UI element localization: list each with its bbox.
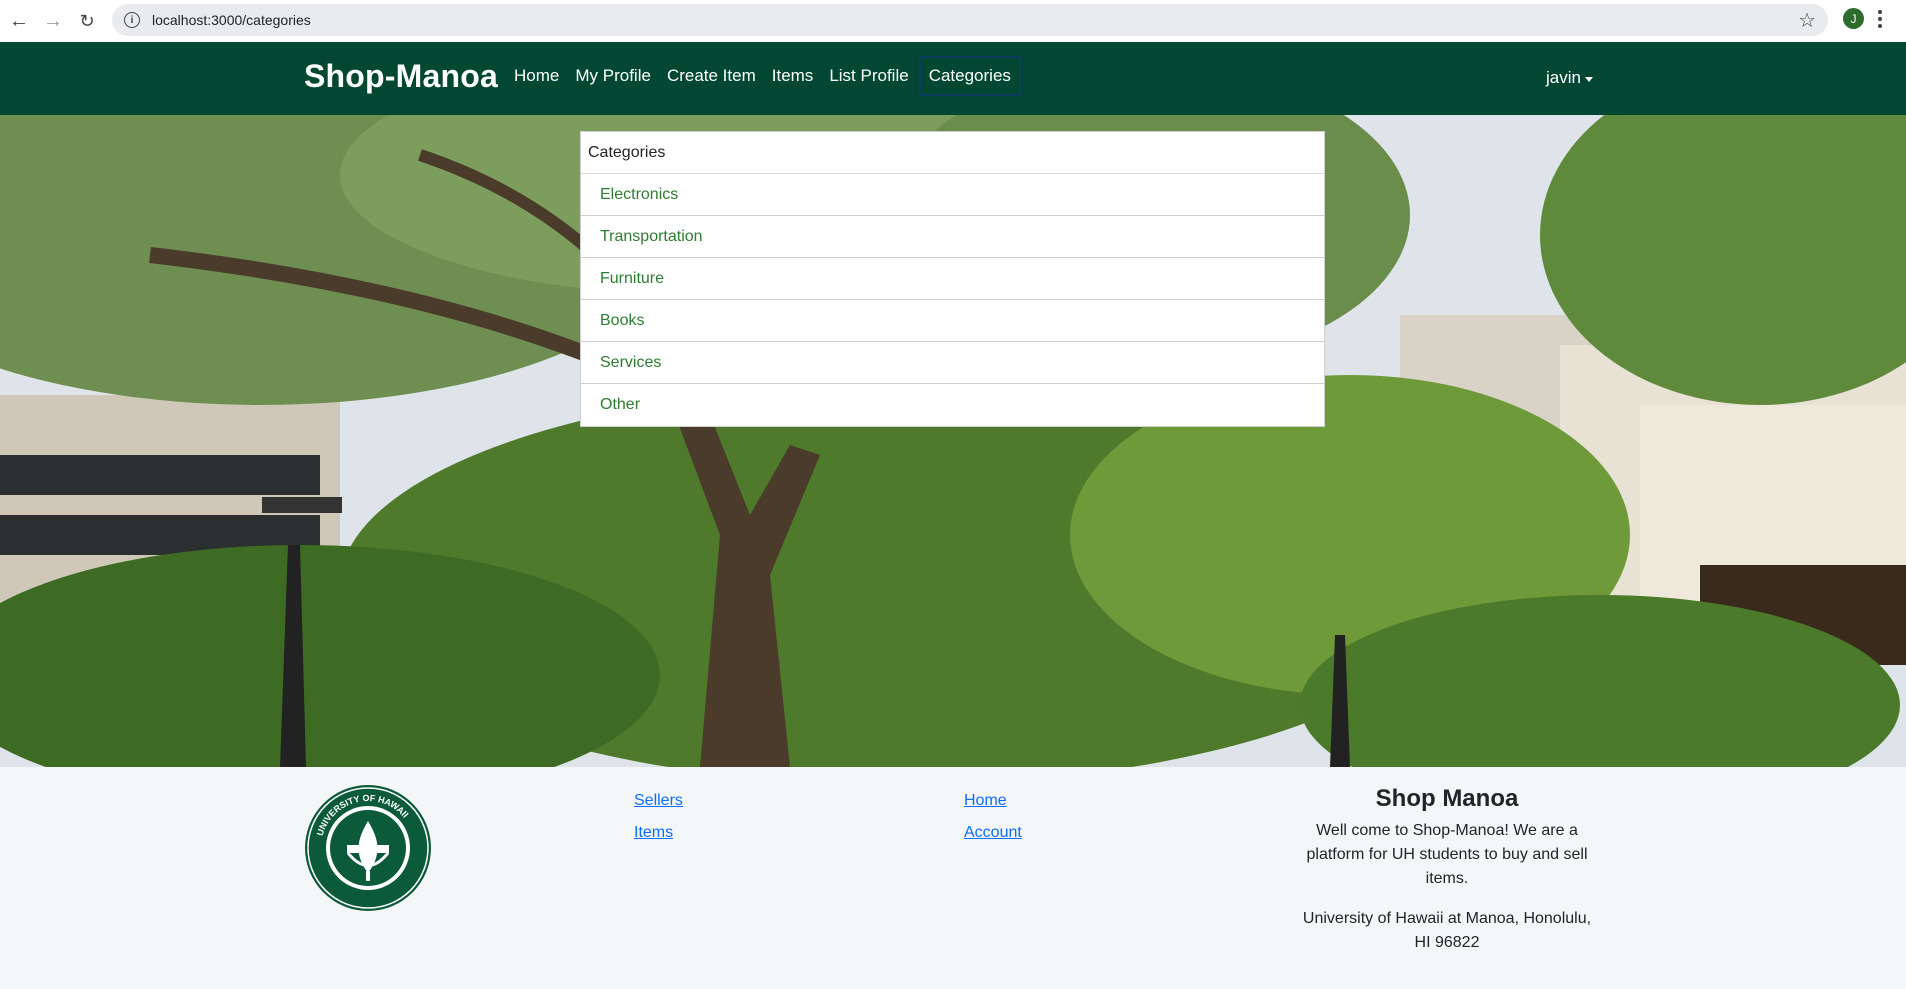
bookmark-star-icon[interactable]: ☆ [1798,8,1816,33]
user-name: javin [1546,68,1581,87]
site-footer: UNIVERSITY OF HAWAII Sellers Items Home … [0,767,1906,989]
categories-card: Categories Electronics Transportation Fu… [580,131,1325,427]
nav-home[interactable]: Home [506,56,567,96]
footer-link-home[interactable]: Home [964,791,1022,811]
browser-menu-icon[interactable] [1874,6,1886,32]
category-books[interactable]: Books [581,300,1324,342]
site-info-icon[interactable]: i [124,12,140,28]
category-transportation[interactable]: Transportation [581,216,1324,258]
footer-description: Well come to Shop-Manoa! We are a platfo… [1306,822,1588,887]
footer-links-col1: Sellers Items [634,791,683,855]
footer-title: Shop Manoa [1375,785,1519,812]
nav-links: Home My Profile Create Item Items List P… [506,56,1021,96]
address-bar[interactable]: i localhost:3000/categories ☆ [112,4,1828,36]
profile-avatar[interactable]: J [1843,8,1864,29]
forward-arrow-icon[interactable]: → [36,4,70,38]
back-arrow-icon[interactable]: ← [2,4,36,38]
site-navbar: Shop-Manoa Home My Profile Create Item I… [0,42,1906,115]
categories-header: Categories [581,132,1324,174]
footer-link-account[interactable]: Account [964,823,1022,843]
category-other[interactable]: Other [581,384,1324,426]
nav-create-item[interactable]: Create Item [659,56,764,96]
category-electronics[interactable]: Electronics [581,174,1324,216]
nav-list-profile[interactable]: List Profile [821,56,916,96]
user-dropdown[interactable]: javin [1546,68,1593,88]
footer-link-sellers[interactable]: Sellers [634,791,683,811]
url-text[interactable]: localhost:3000/categories [152,12,311,28]
reload-icon[interactable]: ↻ [70,4,104,38]
university-of-hawaii-seal-logo: UNIVERSITY OF HAWAII [305,785,431,911]
browser-toolbar: ← → ↻ i localhost:3000/categories ☆ J [0,0,1906,42]
caret-down-icon [1584,76,1593,82]
category-furniture[interactable]: Furniture [581,258,1324,300]
footer-link-items[interactable]: Items [634,823,683,843]
nav-my-profile[interactable]: My Profile [567,56,659,96]
footer-info: Shop Manoa Well come to Shop-Manoa! We a… [1297,785,1597,971]
footer-links-col2: Home Account [964,791,1022,855]
nav-items[interactable]: Items [764,56,822,96]
brand-logo-text[interactable]: Shop-Manoa [304,58,498,95]
nav-categories[interactable]: Categories [918,56,1021,96]
footer-address: University of Hawaii at Manoa, Honolulu,… [1302,910,1592,951]
category-services[interactable]: Services [581,342,1324,384]
